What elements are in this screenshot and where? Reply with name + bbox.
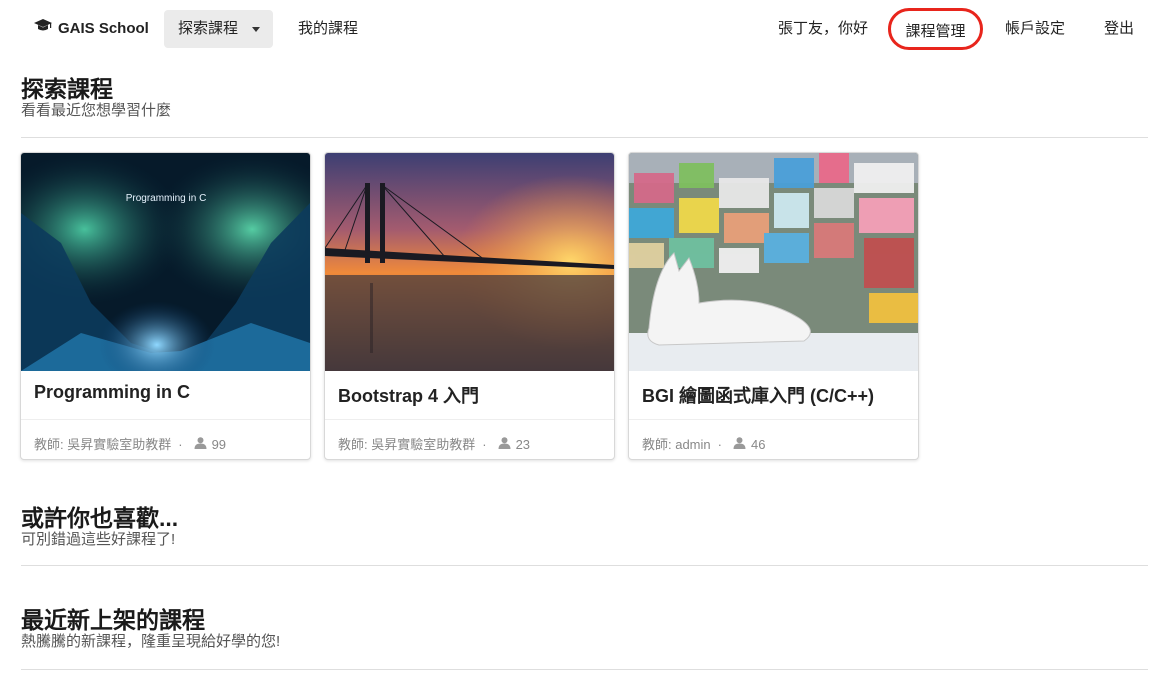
explore-dropdown[interactable]: 探索課程 [164, 10, 273, 48]
user-icon [733, 436, 746, 452]
brand-name: GAIS School [58, 20, 149, 37]
course-footer: 教師: admin · 46 [629, 419, 918, 459]
course-manage-link[interactable]: 課程管理 [888, 8, 983, 50]
separator-dot: · [482, 437, 487, 452]
course-thumbnail: Programming in C [21, 153, 310, 371]
course-card[interactable]: Programming in C Programming in C 教師: 吳昇… [20, 152, 311, 460]
account-settings-link[interactable]: 帳戶設定 [1005, 10, 1065, 48]
course-thumbnail [629, 153, 918, 371]
thumbnail-caption: Programming in C [126, 193, 207, 204]
explore-label: 探索課程 [178, 20, 239, 37]
recommend-section-header: 或許你也喜歡... 可別錯過這些好課程了! [21, 505, 1148, 566]
section-subtitle: 看看最近您想學習什麼 [21, 102, 172, 119]
my-courses-link[interactable]: 我的課程 [298, 10, 358, 48]
teacher-name: 教師: 吳昇實驗室助教群 [34, 437, 172, 452]
brand-link[interactable]: GAIS School [34, 10, 149, 48]
user-greeting[interactable]: 張丁友，你好 [778, 10, 868, 48]
logout-link[interactable]: 登出 [1104, 10, 1134, 48]
course-meta: 教師: 吳昇實驗室助教群 · 23 [338, 434, 530, 453]
section-subtitle: 可別錯過這些好課程了! [21, 531, 176, 548]
student-count: 23 [515, 437, 531, 452]
user-icon [498, 436, 511, 452]
course-thumbnail [325, 153, 614, 371]
graduation-cap-icon [34, 9, 52, 47]
course-footer: 教師: 吳昇實驗室助教群 · 23 [325, 419, 614, 459]
section-subtitle: 熱騰騰的新課程，隆重呈現給好學的您! [21, 633, 281, 650]
section-title: 探索課程 [21, 76, 113, 102]
latest-section-header: 最近新上架的課程 熱騰騰的新課程，隆重呈現給好學的您! [21, 607, 1148, 670]
separator-dot: · [717, 437, 722, 452]
section-title: 最近新上架的課程 [21, 607, 205, 633]
section-title: 或許你也喜歡... [21, 505, 179, 531]
teacher-name: 教師: 吳昇實驗室助教群 [338, 437, 476, 452]
top-navbar: GAIS School 探索課程 我的課程 張丁友，你好 課程管理 帳戶設定 登… [0, 0, 1173, 58]
course-footer: 教師: 吳昇實驗室助教群 · 99 [21, 419, 310, 459]
course-meta: 教師: 吳昇實驗室助教群 · 99 [34, 434, 226, 453]
course-title[interactable]: Programming in C [34, 382, 190, 403]
explore-section-header: 探索課程 看看最近您想學習什麼 [21, 76, 1148, 138]
course-card[interactable]: BGI 繪圖函式庫入門 (C/C++) 教師: admin · 46 [628, 152, 919, 460]
course-meta: 教師: admin · 46 [642, 434, 765, 453]
course-card[interactable]: Bootstrap 4 入門 教師: 吳昇實驗室助教群 · 23 [324, 152, 615, 460]
student-count: 99 [211, 437, 227, 452]
caret-down-icon [252, 27, 260, 32]
student-count: 46 [750, 437, 766, 452]
course-title[interactable]: BGI 繪圖函式庫入門 (C/C++) [642, 382, 874, 408]
separator-dot: · [178, 437, 183, 452]
course-title[interactable]: Bootstrap 4 入門 [338, 382, 479, 408]
teacher-name: 教師: admin [642, 437, 711, 452]
user-icon [194, 436, 207, 452]
